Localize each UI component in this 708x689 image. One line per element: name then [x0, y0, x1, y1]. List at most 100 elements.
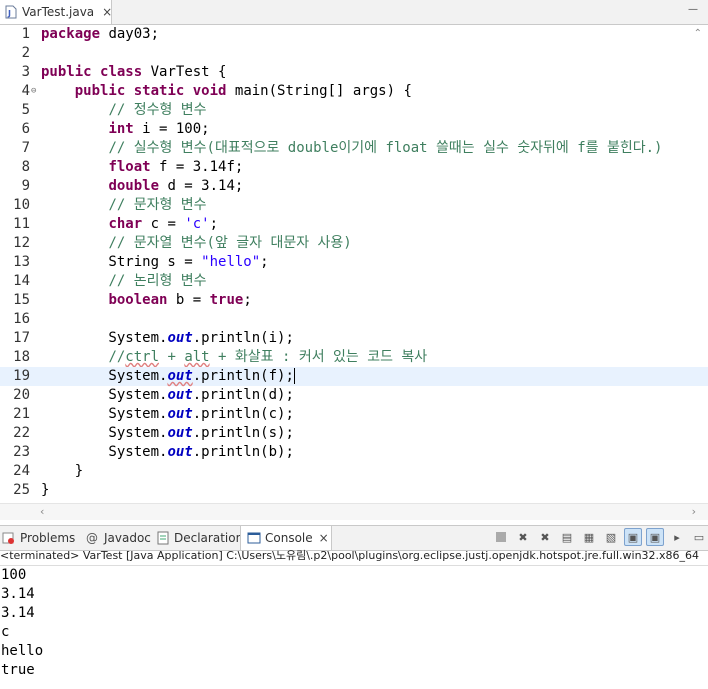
tab-javadoc[interactable]: @ Javadoc	[86, 526, 151, 550]
word-wrap-icon[interactable]: ▧	[602, 528, 620, 546]
line-number: 17	[13, 330, 30, 346]
pin-console-icon[interactable]: ▸	[668, 528, 686, 546]
line-number: 10	[13, 197, 30, 213]
code-text: public static void main(String[] args) {	[74, 83, 412, 99]
code-text: }	[41, 463, 84, 479]
scroll-lock-icon[interactable]: ▦	[580, 528, 598, 546]
code-line[interactable]: 23 System.out.println(b);	[0, 443, 708, 462]
code-line[interactable]: 9 double d = 3.14;	[0, 177, 708, 196]
svg-text:J: J	[7, 9, 11, 18]
code-line[interactable]: 21 System.out.println(c);	[0, 405, 708, 424]
code-line[interactable]: 18 //ctrl + alt + 화살표 : 커서 있는 코드 복사	[0, 348, 708, 367]
code-text: System.out.println(i);	[41, 330, 294, 346]
code-line[interactable]: 13 String s = "hello";	[0, 253, 708, 272]
code-line[interactable]: 12 // 문자열 변수(앞 글자 대문자 사용)	[0, 234, 708, 253]
terminate-icon[interactable]	[492, 528, 510, 546]
code-text: // 실수형 변수(대표적으로 double이기에 float 쓸때는 실수 숫…	[108, 140, 663, 156]
code-line[interactable]: 19 System.out.println(f);	[0, 367, 708, 386]
code-text: // 정수형 변수	[108, 102, 207, 118]
line-number: 2	[21, 45, 30, 61]
show-stderr-icon[interactable]: ▣	[646, 528, 664, 546]
code-line[interactable]: 5 // 정수형 변수	[0, 101, 708, 120]
line-number: 12	[13, 235, 30, 251]
minimize-icon[interactable]: —	[686, 3, 700, 17]
tab-console[interactable]: Console ×	[240, 526, 332, 550]
code-line[interactable]: 16	[0, 310, 708, 329]
tab-declaration-label: Declaration	[174, 531, 244, 545]
scroll-right-icon[interactable]: ›	[692, 505, 696, 518]
code-line[interactable]: 6 int i = 100;	[0, 120, 708, 139]
line-number: 18	[13, 349, 30, 365]
code-text: float f = 3.14f;	[108, 159, 244, 175]
code-text: System.out.println(c);	[41, 406, 294, 422]
tab-declaration[interactable]: Declaration	[156, 526, 243, 550]
code-line[interactable]: 11 char c = 'c';	[0, 215, 708, 234]
console-line: hello	[1, 643, 44, 659]
code-line[interactable]: 20 System.out.println(d);	[0, 386, 708, 405]
problems-icon	[2, 531, 16, 545]
line-number: 6	[21, 121, 30, 137]
code-line[interactable]: 15 boolean b = true;	[0, 291, 708, 310]
code-text: char c = 'c';	[108, 216, 219, 232]
code-text: //ctrl + alt + 화살표 : 커서 있는 코드 복사	[108, 349, 428, 365]
scroll-left-icon[interactable]: ‹	[40, 505, 44, 518]
code-text: public class VarTest {	[41, 64, 227, 80]
code-editor[interactable]: 1 package day03; 2 3 public class VarTest {4…	[0, 25, 708, 505]
code-text: double d = 3.14;	[108, 178, 244, 194]
tab-console-close-icon[interactable]: ×	[319, 531, 329, 545]
code-line[interactable]: 10 // 문자형 변수	[0, 196, 708, 215]
line-number: 25	[13, 482, 30, 498]
code-text: System.out.println(d);	[41, 387, 294, 403]
line-number: 1	[21, 26, 30, 42]
panel-tab-bar: Problems @ Javadoc Declaration Console ×…	[0, 525, 708, 551]
code-line[interactable]: 25}	[0, 481, 708, 500]
code-line[interactable]: 14 // 논리형 변수	[0, 272, 708, 291]
line-number: 8	[21, 159, 30, 175]
show-stdout-icon[interactable]: ▣	[624, 528, 642, 546]
code-line[interactable]: 8 float f = 3.14f;	[0, 158, 708, 177]
java-file-icon: J	[5, 5, 17, 19]
code-line[interactable]: 7 // 실수형 변수(대표적으로 double이기에 float 쓸때는 실수…	[0, 139, 708, 158]
remove-all-icon[interactable]: ✖	[536, 528, 554, 546]
code-line[interactable]: 24 }	[0, 462, 708, 481]
code-line[interactable]: 4 ⊖ public static void main(String[] args…	[0, 82, 708, 101]
line-number: 23	[13, 444, 30, 460]
open-console-icon[interactable]: ▭	[690, 528, 708, 546]
tab-javadoc-label: Javadoc	[104, 531, 151, 545]
line-number: 7	[21, 140, 30, 156]
code-text: boolean b = true;	[108, 292, 252, 308]
line-number: 14	[13, 273, 30, 289]
editor-tab-bar: J VarTest.java × —	[0, 0, 708, 25]
console-line: 100	[1, 567, 27, 583]
tab-problems[interactable]: Problems	[2, 526, 75, 550]
line-number: 13	[13, 254, 30, 270]
console-line: 3.14	[1, 605, 35, 621]
line-number: 22	[13, 425, 30, 441]
remove-launch-icon[interactable]: ✖	[514, 528, 532, 546]
code-text: package day03;	[41, 26, 160, 42]
console-icon	[247, 531, 261, 545]
code-text: int i = 100;	[108, 121, 210, 137]
editor-tab-close-icon[interactable]: ×	[102, 5, 112, 19]
line-number: 20	[13, 387, 30, 403]
line-number: 9	[21, 178, 30, 194]
declaration-icon	[156, 531, 170, 545]
console-toolbar: ✖ ✖ ▤ ▦ ▧ ▣ ▣ ▸ ▭	[492, 528, 708, 546]
console-output[interactable]: 100 3.14 3.14 c hello true	[0, 566, 708, 689]
code-line[interactable]: 22 System.out.println(s);	[0, 424, 708, 443]
fold-icon[interactable]: ⊖	[31, 82, 36, 101]
code-line[interactable]: 1 package day03;	[0, 25, 708, 44]
code-line[interactable]: 2	[0, 44, 708, 63]
code-line[interactable]: 17 System.out.println(i);	[0, 329, 708, 348]
scroll-up-icon[interactable]: ⌃	[694, 28, 702, 39]
line-number: 5	[21, 102, 30, 118]
code-text: // 문자열 변수(앞 글자 대문자 사용)	[108, 235, 352, 251]
editor-tab-vartest[interactable]: J VarTest.java ×	[0, 0, 112, 24]
code-line[interactable]: 3 public class VarTest {	[0, 63, 708, 82]
tab-problems-label: Problems	[20, 531, 76, 545]
code-text: // 문자형 변수	[108, 197, 207, 213]
clear-console-icon[interactable]: ▤	[558, 528, 576, 546]
horizontal-scrollbar[interactable]: ‹ ›	[0, 503, 708, 520]
console-launch-info: <terminated> VarTest [Java Application] …	[0, 549, 708, 566]
code-text: // 논리형 변수	[108, 273, 207, 289]
